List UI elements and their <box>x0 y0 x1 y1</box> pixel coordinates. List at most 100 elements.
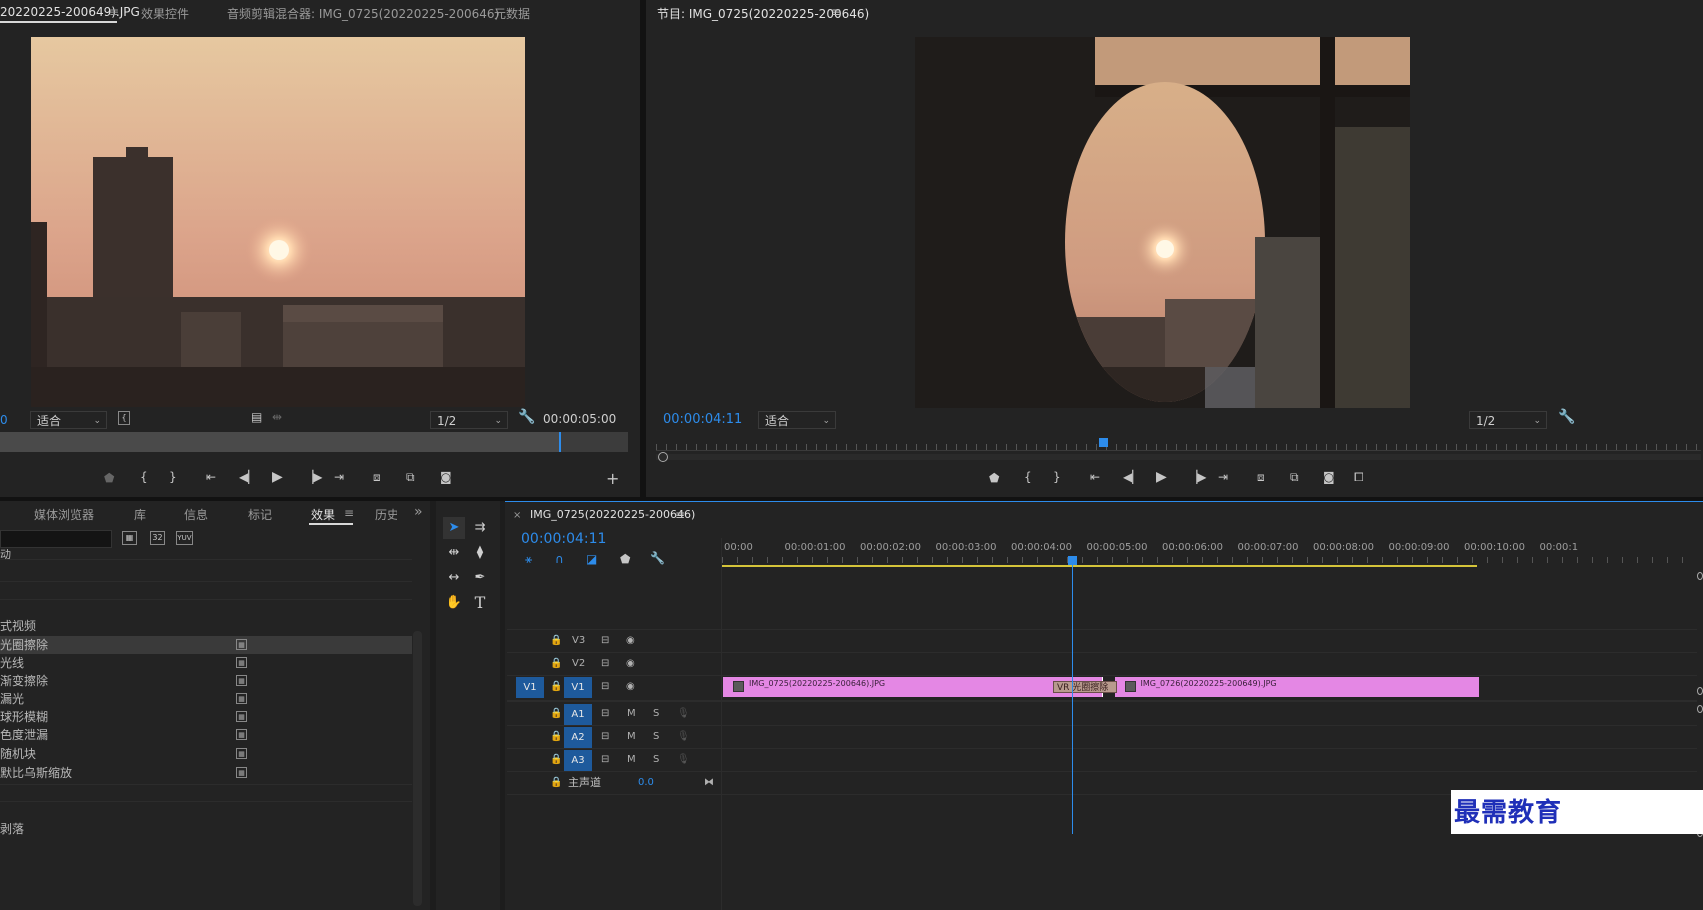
vertical-zoom-handle[interactable] <box>1697 705 1703 713</box>
razor-tool-icon[interactable]: ⧫ <box>469 542 491 564</box>
source-resolution-dropdown[interactable]: 1/2 ⌄ <box>430 411 508 429</box>
tab-media-browser[interactable]: 媒体浏览器 <box>34 506 94 523</box>
effect-item[interactable]: 光线 ▦ <box>0 654 412 672</box>
eye-icon[interactable]: ◉ <box>626 630 635 652</box>
source-patch-v1[interactable]: V1 <box>516 677 544 698</box>
effect-item[interactable]: 光圈擦除 ▦ <box>0 636 412 654</box>
source-playhead[interactable] <box>559 432 561 452</box>
program-menu-icon[interactable]: ≡ <box>831 5 841 19</box>
go-to-in-icon[interactable]: ⇤ <box>206 470 216 484</box>
tab-libraries[interactable]: 库 <box>134 506 146 523</box>
mute-button[interactable]: M <box>627 749 636 771</box>
program-ruler[interactable] <box>656 436 1701 451</box>
mic-icon[interactable]: 🎙 <box>677 703 690 725</box>
eye-icon[interactable]: ◉ <box>626 653 635 675</box>
yuv-effects-icon[interactable]: YUV <box>176 531 193 545</box>
insert-bracket-icon[interactable]: { <box>118 411 130 425</box>
effect-item[interactable]: 色度泄漏 ▦ <box>0 726 412 744</box>
accelerated-effects-icon[interactable]: ▦ <box>122 531 137 545</box>
ripple-edit-tool-icon[interactable]: ⇹ <box>443 542 465 564</box>
transition-block[interactable]: VR 光圈擦除 <box>1053 681 1117 693</box>
lock-icon[interactable]: 🔒 <box>550 772 562 794</box>
program-mark-in-icon[interactable]: { <box>1024 470 1032 484</box>
program-mark-out-icon[interactable]: } <box>1053 470 1061 484</box>
track-target-a1[interactable]: A1 <box>564 704 592 725</box>
selection-tool-icon[interactable]: ➤ <box>443 517 465 539</box>
type-tool-icon[interactable]: T <box>469 592 491 614</box>
extract-icon[interactable]: ⧉ <box>1290 470 1299 485</box>
comparison-view-icon[interactable]: ⧠ <box>1354 470 1364 485</box>
program-resolution-dropdown[interactable]: 1/2 ⌄ <box>1469 411 1547 429</box>
settings-wrench-icon[interactable]: 🔧 <box>518 409 535 425</box>
tab-effects[interactable]: 效果 <box>311 506 335 523</box>
effects-scrollbar[interactable] <box>413 631 422 906</box>
eye-icon[interactable]: ◉ <box>626 676 635 698</box>
lock-icon[interactable]: 🔒 <box>550 703 562 725</box>
menu-icon[interactable]: ≡ <box>109 5 119 19</box>
timeline-add-marker-icon[interactable]: ⬟ <box>620 552 630 566</box>
effect-item[interactable]: 球形模糊 ▦ <box>0 708 412 726</box>
32bit-effects-icon[interactable]: 32 <box>150 531 165 545</box>
program-play-icon[interactable]: ▶ <box>1156 469 1167 485</box>
program-add-marker-icon[interactable]: ⬟ <box>989 471 999 485</box>
effect-item[interactable]: 默比乌斯缩放 ▦ <box>0 764 412 782</box>
pen-tool-icon[interactable]: ✒ <box>469 567 491 589</box>
vertical-zoom-handle[interactable] <box>1697 572 1703 580</box>
solo-button[interactable]: S <box>653 749 659 771</box>
close-sequence-icon[interactable]: × <box>513 510 521 521</box>
export-frame-icon[interactable]: ▤ <box>251 410 262 424</box>
linked-selection-icon[interactable]: ◪ <box>586 552 597 566</box>
mic-icon[interactable]: 🎙 <box>677 749 690 771</box>
lock-icon[interactable]: 🔒 <box>550 630 562 652</box>
step-forward-icon[interactable]: ▕▶ <box>304 470 322 484</box>
insert-icon[interactable]: ⧈ <box>373 470 381 485</box>
program-playhead-marker[interactable] <box>1099 438 1108 447</box>
timeline-playhead-handle[interactable] <box>1068 556 1078 565</box>
effects-bottom-folder[interactable]: 剥落 <box>0 820 412 838</box>
effects-menu-icon[interactable]: ≡ <box>344 506 354 520</box>
program-wrench-icon[interactable]: 🔧 <box>1558 409 1575 425</box>
lock-icon[interactable]: 🔒 <box>550 726 562 748</box>
mute-button[interactable]: M <box>627 726 636 748</box>
track-select-tool-icon[interactable]: ⇉ <box>469 517 491 539</box>
sync-lock-icon[interactable]: ⊟ <box>601 676 609 698</box>
tab-info[interactable]: 信息 <box>184 506 208 523</box>
timeline-playhead[interactable] <box>1072 560 1074 834</box>
timeline-menu-icon[interactable]: ≡ <box>675 508 685 522</box>
slip-tool-icon[interactable]: ↔ <box>443 567 465 589</box>
program-zoom-bar[interactable] <box>656 454 1701 460</box>
overwrite-icon[interactable]: ⧉ <box>406 470 415 485</box>
tab-audio-clip-mixer[interactable]: 音频剪辑混合器: IMG_0725(20220225-200646) <box>227 5 499 22</box>
step-back-icon[interactable]: ◀▏ <box>239 470 257 484</box>
program-zoom-handle[interactable] <box>658 452 668 462</box>
source-left-timecode[interactable]: 0 <box>0 413 8 427</box>
solo-button[interactable]: S <box>653 703 659 725</box>
tab-history[interactable]: 历史 <box>375 506 397 523</box>
mark-in-icon[interactable]: { <box>140 470 148 484</box>
sync-lock-icon[interactable]: ⊟ <box>601 726 609 748</box>
mute-button[interactable]: M <box>627 703 636 725</box>
track-target-v1[interactable]: V1 <box>564 677 592 698</box>
program-step-forward-icon[interactable]: ▕▶ <box>1188 470 1206 484</box>
work-area-bar[interactable] <box>722 565 1477 567</box>
lock-icon[interactable]: 🔒 <box>550 676 562 698</box>
effect-item[interactable]: 渐变擦除 ▦ <box>0 672 412 690</box>
sync-lock-icon[interactable]: ⊟ <box>601 630 609 652</box>
vertical-zoom-handle[interactable] <box>1697 687 1703 695</box>
nest-toggle-icon[interactable]: ⚹ <box>525 552 532 567</box>
lock-icon[interactable]: 🔒 <box>550 653 562 675</box>
effects-category[interactable]: 式视频 <box>0 617 412 635</box>
lock-icon[interactable]: 🔒 <box>550 749 562 771</box>
program-go-to-out-icon[interactable]: ⇥ <box>1218 470 1228 484</box>
play-icon[interactable]: ▶ <box>272 469 283 485</box>
track-target-a2[interactable]: A2 <box>564 727 592 748</box>
sync-lock-icon[interactable]: ⊟ <box>601 703 609 725</box>
timeline-clip[interactable]: IMG_0725(20220225-200646).JPG <box>723 677 1103 697</box>
lift-icon[interactable]: ⧈ <box>1257 470 1265 485</box>
drag-video-icon[interactable]: ⇹ <box>272 410 282 424</box>
sync-lock-icon[interactable]: ⊟ <box>601 653 609 675</box>
program-timecode[interactable]: 00:00:04:11 <box>663 412 742 427</box>
program-fit-dropdown[interactable]: 适合 ⌄ <box>758 411 836 429</box>
timeline-settings-icon[interactable]: 🔧 <box>650 551 665 565</box>
solo-button[interactable]: S <box>653 726 659 748</box>
